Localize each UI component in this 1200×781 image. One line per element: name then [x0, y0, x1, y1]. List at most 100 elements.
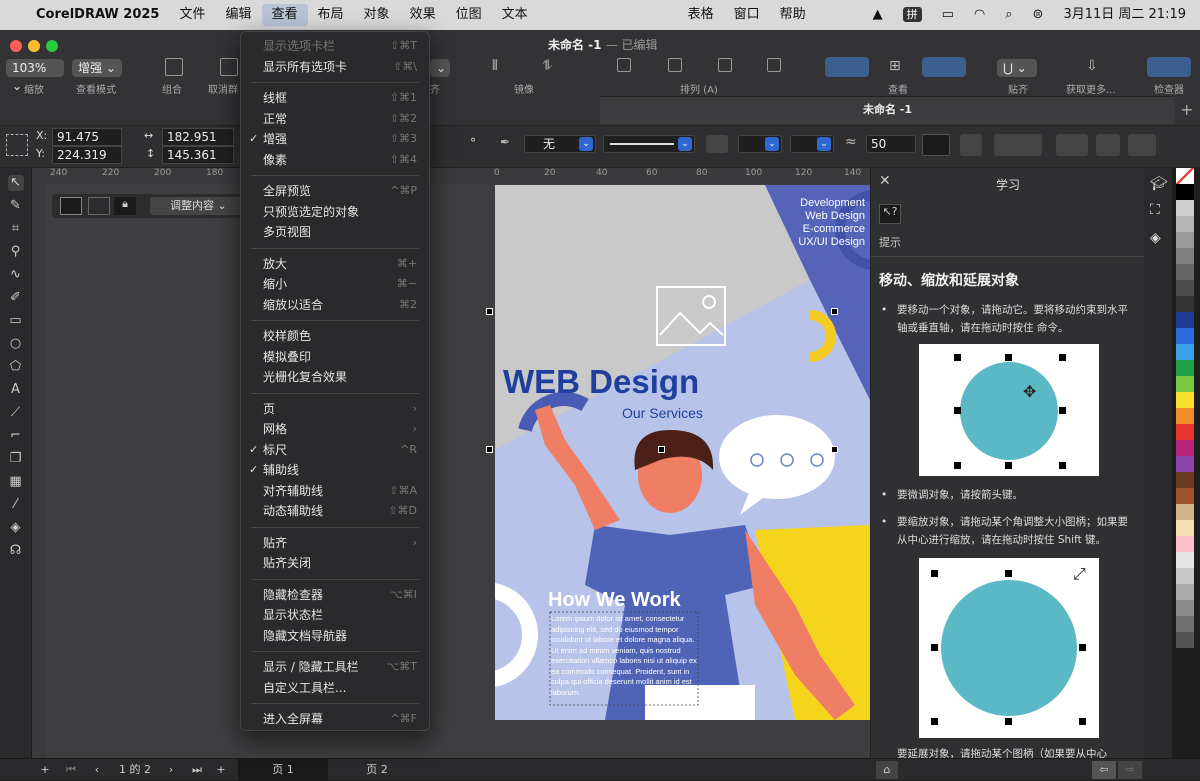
x-position-field[interactable]: 91.475 mm [52, 128, 122, 160]
inspector-button[interactable] [1147, 57, 1191, 77]
apple-icon[interactable] [0, 4, 26, 26]
smart-fill-icon[interactable]: ☊ [8, 543, 24, 559]
color-swatch[interactable] [1176, 408, 1194, 424]
crop-tool-icon[interactable]: ⌗ [8, 221, 24, 237]
color-swatch[interactable] [1176, 296, 1194, 312]
back-arrow-icon[interactable]: ⇦ [1092, 761, 1116, 779]
color-swatch[interactable] [1176, 456, 1194, 472]
view-menu-item[interactable]: 贴齐关闭 [241, 553, 429, 574]
selection-handle[interactable] [486, 446, 493, 453]
shape-tool-icon[interactable]: ✎ [8, 198, 24, 214]
line-style-dropdown[interactable]: ⌄ [603, 135, 695, 153]
last-page-icon[interactable]: ⏭ [190, 759, 204, 781]
horizontal-ruler[interactable]: 240 220 200 180 0 20 40 60 80 100 120 14… [32, 168, 870, 184]
menu-layout[interactable]: 布局 [308, 4, 354, 26]
drop-shadow-icon[interactable]: ❐ [8, 451, 24, 467]
selection-handle[interactable] [486, 308, 493, 315]
zoom-window-button[interactable] [46, 40, 58, 52]
properties-docker-icon[interactable]: ⛶ [1150, 202, 1160, 218]
transparency-tool-icon[interactable]: ▦ [8, 474, 24, 490]
artistic-media-icon[interactable]: ✐ [8, 290, 24, 306]
view-menu-item[interactable]: 放大 ⌘+ [241, 254, 429, 275]
outline-width-dropdown[interactable]: 无 ⌄ [524, 135, 596, 153]
lock-icon[interactable]: 🔒︎ [114, 197, 136, 215]
home-icon[interactable]: ⌂ [876, 761, 898, 779]
reference-point-icon[interactable] [6, 134, 28, 156]
color-swatch[interactable] [1176, 184, 1194, 200]
color-swatch[interactable] [1176, 328, 1194, 344]
color-swatch[interactable] [1176, 440, 1194, 456]
add-page-after-button[interactable]: + [214, 759, 228, 781]
menubar-clock[interactable]: 3月11日 周二 21:19 [1053, 4, 1200, 26]
page-tab-2[interactable]: 页 2 [332, 759, 422, 781]
color-swatch[interactable] [1176, 568, 1194, 584]
distribute-button[interactable] [1128, 134, 1156, 156]
menu-view[interactable]: 查看 [261, 4, 308, 26]
get-more-icon[interactable]: ⇩ [1086, 58, 1098, 74]
selection-handle[interactable] [658, 446, 665, 453]
wrap-button[interactable] [994, 134, 1042, 156]
view-toggle-button[interactable] [825, 57, 869, 77]
view-menu-item[interactable]: 像素 ⇧⌘4 [241, 150, 429, 171]
color-swatch[interactable] [1176, 248, 1194, 264]
arrange-forward-icon[interactable] [668, 58, 682, 72]
view-menu-item[interactable]: 隐藏文档导航器 [241, 626, 429, 647]
zoom-dropdown[interactable]: 103% ⌄ [6, 59, 64, 93]
learn-docker-icon[interactable]: 🎓︎ [1150, 176, 1168, 192]
menu-edit[interactable]: 编辑 [216, 4, 262, 26]
app-menu[interactable]: CorelDRAW 2025 [26, 4, 169, 26]
color-swatch[interactable] [1176, 520, 1194, 536]
selection-handle[interactable] [831, 308, 838, 315]
menu-object[interactable]: 对象 [354, 4, 400, 26]
height-field[interactable]: 145.361 mm [162, 146, 234, 178]
layers-docker-icon[interactable]: ◈ [1150, 230, 1161, 246]
start-arrow-dropdown[interactable]: ⌄ [738, 135, 782, 153]
view-menu-item[interactable]: 缩放以适合 ⌘2 [241, 295, 429, 316]
view-menu-item[interactable]: 全屏预览 ^⌘P [241, 181, 429, 202]
menu-window[interactable]: 窗口 [724, 4, 770, 26]
menu-file[interactable]: 文件 [169, 4, 215, 26]
text-tool-icon[interactable]: A [8, 382, 24, 398]
view-menu-item[interactable]: 对齐辅助线 ⇧⌘A [241, 481, 429, 502]
pick-tool-icon[interactable]: ↖ [7, 175, 24, 191]
interactive-fill-icon[interactable]: ◈ [8, 520, 24, 536]
color-swatch[interactable] [1176, 312, 1194, 328]
menu-text[interactable]: 文本 [492, 4, 538, 26]
view-menu-item[interactable]: 贴齐 › [241, 533, 429, 554]
view-menu-item[interactable]: ✓ 标尺 ^R [241, 440, 429, 461]
next-page-icon[interactable]: › [164, 759, 178, 781]
battery-icon[interactable]: ▭ [932, 4, 964, 26]
color-swatch[interactable] [1176, 504, 1194, 520]
color-swatch[interactable] [1176, 360, 1194, 376]
forward-arrow-icon[interactable]: ⇨ [1118, 761, 1142, 779]
arrange-front-icon[interactable] [617, 58, 631, 72]
zoom-tool-icon[interactable]: ⚲ [8, 244, 24, 260]
view-menu-item[interactable]: 只预览选定的对象 [241, 202, 429, 223]
rulers-toggle-button[interactable] [922, 57, 966, 77]
frame-export-icon[interactable] [88, 197, 110, 215]
color-swatch[interactable] [1176, 600, 1194, 616]
frame-select-icon[interactable] [60, 197, 82, 215]
eyedropper-tool-icon[interactable]: ⁄ [8, 497, 24, 513]
view-menu-item[interactable]: 线框 ⇧⌘1 [241, 88, 429, 109]
outline-pen-icon[interactable] [706, 135, 728, 153]
minimize-window-button[interactable] [28, 40, 40, 52]
menu-help[interactable]: 帮助 [770, 4, 816, 26]
view-menu-item[interactable]: 自定义工具栏... [241, 678, 429, 699]
color-swatch[interactable] [1176, 424, 1194, 440]
control-center-icon[interactable]: ⊜ [1023, 4, 1054, 26]
arrange-back-icon[interactable] [767, 58, 781, 72]
view-menu-item[interactable]: 校样颜色 [241, 326, 429, 347]
color-swatch[interactable] [1176, 232, 1194, 248]
color-swatch[interactable] [1176, 200, 1194, 216]
menu-table[interactable]: 表格 [678, 4, 724, 26]
add-tab-button[interactable]: + [1180, 100, 1193, 119]
view-menu-item[interactable]: 显示状态栏 [241, 605, 429, 626]
node-edit-button[interactable] [922, 134, 950, 156]
view-mode-dropdown[interactable]: 增强 ⌄ [72, 59, 122, 77]
snap-dropdown[interactable]: ⋃ ⌄ [997, 59, 1037, 77]
color-swatch[interactable] [1176, 584, 1194, 600]
view-menu-item[interactable]: 缩小 ⌘− [241, 274, 429, 295]
view-menu-item[interactable]: 多页视图 [241, 222, 429, 243]
arrange-backward-icon[interactable] [718, 58, 732, 72]
